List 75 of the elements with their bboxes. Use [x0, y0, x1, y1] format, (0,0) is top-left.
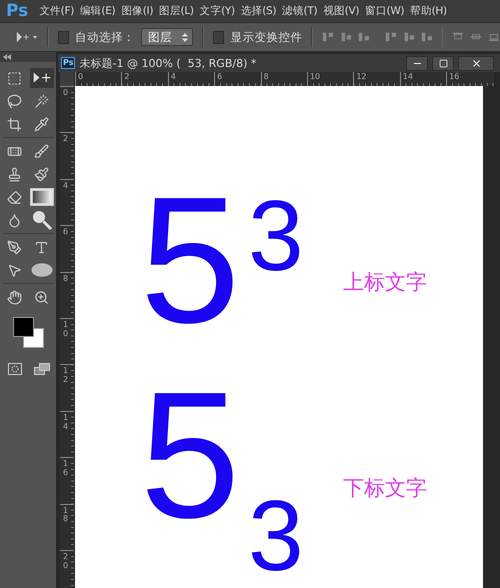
ruler-number: 18 [63, 506, 68, 524]
ruler-number: 12 [356, 72, 367, 82]
ruler-number: 8 [63, 274, 68, 284]
ruler-number: 0 [63, 89, 68, 98]
ruler-number: 10 [310, 72, 320, 82]
ruler-number: 6 [217, 72, 222, 82]
ruler-number: 10 [63, 320, 68, 339]
ruler-number: 6 [63, 228, 68, 237]
caption-text: 上标文字 [343, 272, 427, 293]
color-swatches-drawing[interactable] [10, 315, 46, 349]
maximize-button[interactable] [432, 56, 454, 70]
show-transform-label: 显示变换控件 [230, 30, 302, 44]
gradient-icon [30, 185, 54, 209]
wand-icon [34, 94, 49, 108]
hand-icon [7, 290, 22, 304]
close-icon [470, 58, 482, 68]
document-tab[interactable]: Ps 未标题-1 @ 100% ( 53, RGB/8) * [58, 54, 500, 72]
screen-mode-icon [34, 362, 50, 376]
droplet-icon [7, 212, 22, 228]
auto-select-label: 自动选择： [75, 30, 136, 44]
paintbrush-icon [34, 166, 49, 182]
move-tool-icon[interactable] [16, 30, 38, 44]
move-icon [32, 71, 52, 85]
ruler-number: 16 [449, 72, 460, 82]
menu-item[interactable]: 帮助(H) [407, 4, 450, 18]
menu-item[interactable]: 滤镜(T) [279, 4, 320, 18]
crop-icon [7, 116, 22, 132]
superscript-digit: 3 [248, 186, 304, 286]
target-dropdown[interactable]: 图层 [141, 28, 194, 46]
menu-item[interactable]: 文字(Y) [196, 4, 238, 18]
ruler-number: 14 [63, 414, 68, 432]
app-logo: Ps [6, 1, 28, 21]
collapse-icon[interactable] [3, 54, 11, 60]
rectangle-select-icon [7, 70, 22, 86]
stamp-icon [7, 166, 22, 182]
menu-item[interactable]: 图层(L) [156, 4, 197, 18]
pen-icon [7, 240, 22, 254]
document-badge: Ps [61, 57, 76, 69]
gradient-tool[interactable] [30, 187, 54, 207]
ruler-number: 4 [63, 182, 68, 191]
type-icon [34, 240, 49, 254]
ruler-number: 2 [63, 135, 68, 144]
menu-item[interactable]: 文件(F) [36, 4, 78, 18]
menu-item[interactable]: 视图(V) [320, 4, 362, 18]
menu-item[interactable]: 图像(I) [118, 4, 156, 18]
ruler-number: 4 [170, 72, 176, 82]
pipette-icon [34, 116, 49, 132]
pointer-icon [7, 262, 22, 278]
menu-item[interactable]: 编辑(E) [77, 4, 118, 18]
close-button[interactable] [458, 56, 494, 70]
ruler-number: 0 [78, 72, 84, 82]
ruler-number: 16 [63, 460, 68, 478]
subscript-digit: 3 [248, 486, 304, 586]
brush-icon [34, 144, 49, 158]
zoom-icon [34, 290, 49, 304]
updown-caret-icon [182, 32, 188, 42]
document-title: 未标题-1 @ 100% ( 53, RGB/8) * [79, 56, 258, 70]
maximize-icon [438, 58, 448, 68]
caption-text: 下标文字 [343, 478, 427, 499]
lasso-icon [7, 94, 22, 108]
base-digit: 5 [140, 171, 240, 351]
ruler-number: 2 [124, 72, 130, 82]
ruler-number: 8 [264, 72, 269, 82]
minimize-button[interactable] [406, 56, 428, 70]
base-digit: 5 [140, 366, 240, 546]
show-transform-checkbox[interactable] [213, 30, 224, 44]
menu-item[interactable]: 选择(S) [238, 4, 280, 18]
quick-mask-icon [8, 363, 22, 375]
move-tool[interactable] [30, 68, 54, 88]
menu-item[interactable]: 窗口(W) [362, 4, 408, 18]
ruler-number: 12 [63, 367, 68, 385]
ruler-number: 14 [402, 72, 413, 82]
eraser-icon [7, 190, 22, 204]
ruler-number: 20 [63, 552, 68, 570]
auto-select-checkbox[interactable] [58, 30, 70, 44]
